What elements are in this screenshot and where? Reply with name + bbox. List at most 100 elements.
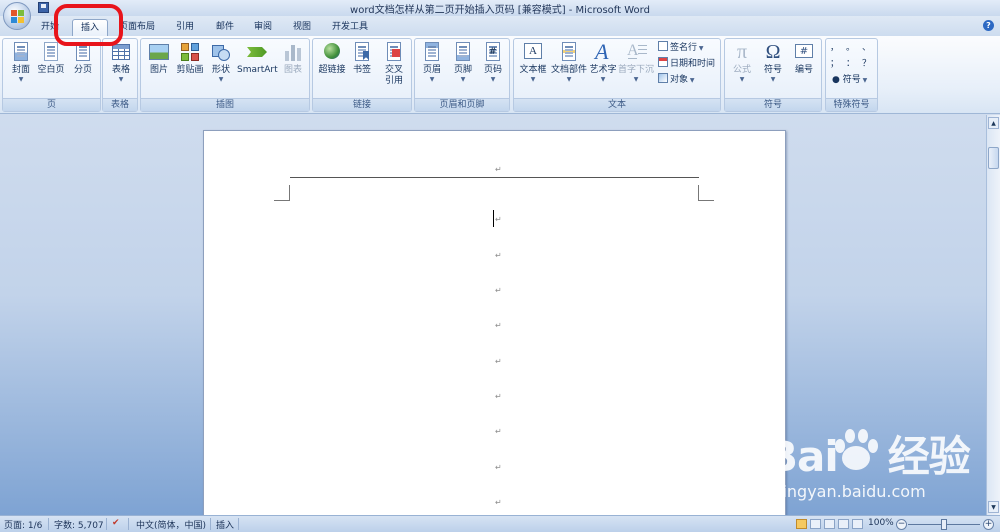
zoom-in-icon[interactable]: + bbox=[983, 519, 994, 530]
web-layout-view-icon[interactable] bbox=[824, 519, 835, 529]
cover-page-icon bbox=[10, 41, 32, 63]
spelling-check-icon[interactable]: ✔ bbox=[112, 518, 120, 528]
paragraph-mark: ↵ bbox=[495, 463, 502, 472]
page-number-button[interactable]: # 页码 ▼ bbox=[479, 41, 507, 84]
chevron-down-icon: ▼ bbox=[566, 76, 572, 83]
chevron-down-icon: ▼ bbox=[688, 77, 695, 84]
numbering-button[interactable]: # 编号 bbox=[790, 41, 818, 76]
bookmark-icon bbox=[351, 41, 373, 63]
status-bar: 页面: 1/6 字数: 5,707 ✔ 中文(简体，中国) 插入 100% − … bbox=[0, 515, 1000, 532]
blank-page-icon bbox=[40, 41, 62, 63]
quick-parts-icon bbox=[558, 41, 580, 63]
full-screen-reading-view-icon[interactable] bbox=[810, 519, 821, 529]
hyperlink-button[interactable]: 超链接 bbox=[316, 41, 348, 76]
insert-mode[interactable]: 插入 bbox=[216, 518, 234, 531]
signature-icon bbox=[658, 41, 668, 51]
vertical-scrollbar[interactable]: ▲ ▼ bbox=[986, 115, 1000, 515]
office-button[interactable] bbox=[3, 2, 31, 30]
group-label-special-symbols: 特殊符号 bbox=[826, 98, 877, 111]
document-page[interactable]: ↵ ↵ ↵ ↵ ↵ ↵ ↵ ↵ ↵ ↵ bbox=[203, 130, 786, 516]
chevron-down-icon: ▼ bbox=[460, 76, 466, 83]
group-pages: 封面 ▼ 空白页 分页 页 bbox=[2, 38, 101, 112]
zoom-slider-thumb[interactable] bbox=[941, 519, 947, 530]
cross-reference-icon bbox=[383, 41, 405, 63]
zoom-level[interactable]: 100% bbox=[868, 518, 894, 528]
window-title: word文档怎样从第二页开始插入页码 [兼容模式] - Microsoft Wo… bbox=[350, 5, 650, 16]
table-button[interactable]: 表格 ▼ bbox=[106, 41, 136, 84]
draft-view-icon[interactable] bbox=[852, 519, 863, 529]
tab-mailings[interactable]: 邮件 bbox=[208, 19, 242, 36]
chevron-down-icon: ▼ bbox=[118, 76, 124, 83]
paragraph-mark: ↵ bbox=[495, 321, 502, 330]
chart-icon bbox=[282, 41, 304, 63]
paragraph-mark: ↵ bbox=[495, 286, 502, 295]
language-indicator[interactable]: 中文(简体，中国) bbox=[136, 518, 206, 531]
special-symbol-button[interactable]: ● 符号 ▼ bbox=[832, 73, 867, 87]
smartart-button[interactable]: SmartArt bbox=[237, 41, 278, 76]
tab-developer[interactable]: 开发工具 bbox=[324, 19, 376, 36]
cover-page-button[interactable]: 封面 ▼ bbox=[7, 41, 35, 84]
text-cursor bbox=[493, 210, 494, 227]
zoom-out-icon[interactable]: − bbox=[896, 519, 907, 530]
textbox-icon: A bbox=[522, 41, 544, 63]
chevron-down-icon: ▼ bbox=[600, 76, 606, 83]
special-symbol-question[interactable]: ？ bbox=[862, 57, 871, 71]
footer-button[interactable]: 页脚 ▼ bbox=[449, 41, 477, 84]
shapes-button[interactable]: 形状 ▼ bbox=[207, 41, 235, 84]
page-number-icon: # bbox=[482, 41, 504, 63]
highlight-annotation bbox=[54, 4, 123, 46]
object-button[interactable]: 对象 ▼ bbox=[658, 73, 695, 87]
special-symbol-semicolon[interactable]: ； bbox=[830, 57, 839, 71]
textbox-button[interactable]: A 文本框 ▼ bbox=[516, 41, 550, 84]
chevron-down-icon: ▼ bbox=[429, 76, 435, 83]
tab-review[interactable]: 审阅 bbox=[246, 19, 280, 36]
cross-reference-button[interactable]: 交叉 引用 bbox=[379, 41, 409, 87]
chevron-down-icon: ▼ bbox=[860, 77, 868, 84]
chevron-down-icon: ▼ bbox=[770, 76, 776, 83]
wordart-button[interactable]: A 艺术字 ▼ bbox=[588, 39, 618, 84]
scroll-up-icon[interactable]: ▲ bbox=[988, 117, 999, 129]
group-text: A 文本框 ▼ 文档部件 ▼ A 艺术字 ▼ A 首字下沉 ▼ 签名行 ▼ 日期… bbox=[513, 38, 721, 112]
help-icon[interactable]: ? bbox=[983, 20, 994, 31]
quick-parts-button[interactable]: 文档部件 ▼ bbox=[550, 41, 588, 84]
group-symbols: π 公式 ▼ Ω 符号 ▼ # 编号 符号 bbox=[724, 38, 822, 112]
page-count[interactable]: 页面: 1/6 bbox=[4, 518, 42, 531]
header-button[interactable]: 页眉 ▼ bbox=[418, 41, 446, 84]
paragraph-mark: ↵ bbox=[495, 498, 502, 507]
baidu-watermark: Bai 经验 jingyan.baidu.com bbox=[766, 420, 986, 516]
signature-line-button[interactable]: 签名行 ▼ bbox=[658, 41, 704, 55]
symbol-button[interactable]: Ω 符号 ▼ bbox=[759, 41, 787, 84]
omega-icon: Ω bbox=[765, 41, 781, 63]
chevron-down-icon: ▼ bbox=[218, 76, 224, 83]
drop-cap-button[interactable]: A 首字下沉 ▼ bbox=[618, 41, 654, 84]
scroll-thumb[interactable] bbox=[988, 147, 999, 169]
outline-view-icon[interactable] bbox=[838, 519, 849, 529]
chart-button[interactable]: 图表 bbox=[279, 41, 307, 76]
chevron-down-icon: ▼ bbox=[18, 76, 24, 83]
special-symbol-colon[interactable]: ： bbox=[846, 57, 855, 71]
equation-button[interactable]: π 公式 ▼ bbox=[728, 41, 756, 84]
footer-icon bbox=[452, 41, 474, 63]
print-layout-view-icon[interactable] bbox=[796, 519, 807, 529]
divider bbox=[48, 518, 49, 530]
date-time-button[interactable]: 日期和时间 bbox=[658, 57, 715, 71]
tab-references[interactable]: 引用 bbox=[168, 19, 202, 36]
calendar-icon bbox=[658, 57, 668, 67]
chevron-down-icon: ▼ bbox=[697, 45, 704, 52]
picture-button[interactable]: 图片 bbox=[145, 41, 173, 76]
special-symbol-comma[interactable]: ， bbox=[830, 41, 839, 55]
tab-view[interactable]: 视图 bbox=[285, 19, 319, 36]
group-label-tables: 表格 bbox=[103, 98, 137, 111]
special-symbol-enumeration-comma[interactable]: 、 bbox=[862, 41, 871, 55]
clipart-button[interactable]: 剪贴画 bbox=[175, 41, 205, 76]
pi-icon: π bbox=[736, 41, 748, 63]
drop-cap-icon: A bbox=[625, 41, 647, 63]
ribbon-tabs: 开始 插入 页面布局 引用 邮件 审阅 视图 开发工具 ? bbox=[0, 16, 1000, 36]
blank-page-button[interactable]: 空白页 bbox=[35, 41, 67, 76]
word-count[interactable]: 字数: 5,707 bbox=[54, 518, 104, 531]
bookmark-button[interactable]: 书签 bbox=[349, 41, 375, 76]
special-symbol-period[interactable]: 。 bbox=[846, 41, 855, 55]
scroll-down-icon[interactable]: ▼ bbox=[988, 501, 999, 513]
globe-link-icon bbox=[321, 41, 343, 63]
page-break-button[interactable]: 分页 bbox=[69, 41, 97, 76]
